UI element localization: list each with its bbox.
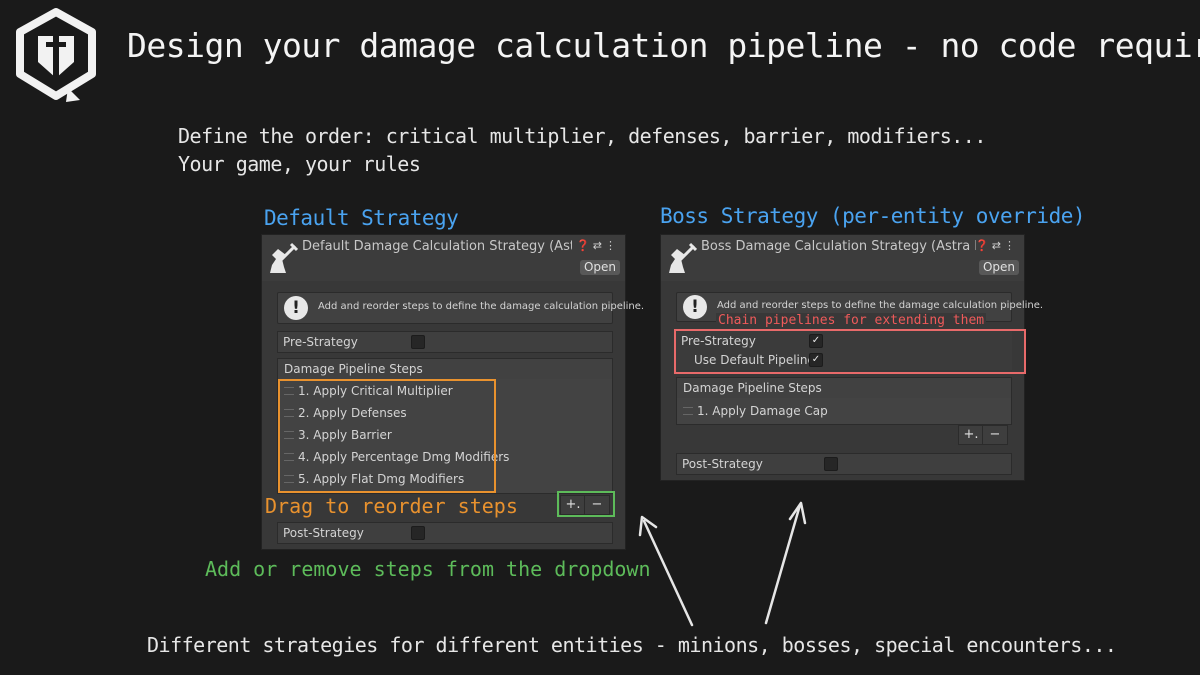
add-remove-annotation: Add or remove steps from the dropdown: [205, 557, 651, 581]
panel-header-icons: ❓⇄⋮: [576, 239, 619, 252]
pre-strategy-row: Pre-Strategy: [277, 331, 613, 353]
step-label: 1. Apply Damage Cap: [697, 404, 828, 418]
intro-line-1: Define the order: critical multiplier, d…: [178, 124, 986, 148]
list-item[interactable]: 1. Apply Damage Cap: [677, 400, 1011, 422]
add-step-button[interactable]: +.: [958, 425, 984, 445]
panel-header-icons: ❓⇄⋮: [975, 239, 1018, 252]
question-circle-icon[interactable]: ❓: [576, 239, 593, 252]
post-strategy-checkbox[interactable]: [824, 457, 838, 471]
chess-knight-sword-icon: [669, 242, 697, 273]
panel-title: Default Damage Calculation Strategy (Ast…: [302, 239, 572, 254]
post-strategy-checkbox[interactable]: [411, 526, 425, 540]
sliders-icon[interactable]: ⇄: [593, 239, 605, 252]
drag-handle[interactable]: [683, 407, 693, 415]
page-title: Design your damage calculation pipeline …: [127, 26, 1200, 65]
exclamation-icon: !: [284, 296, 308, 320]
boss-strategy-label: Boss Strategy (per-entity override): [660, 204, 1086, 228]
chain-annotation: Chain pipelines for extending them: [716, 313, 987, 328]
pipeline-list-header-label: Damage Pipeline Steps: [683, 381, 822, 395]
help-text: Add and reorder steps to define the dama…: [717, 300, 1044, 311]
pipeline-list-header: Damage Pipeline Steps: [277, 358, 613, 380]
post-strategy-label: Post-Strategy: [283, 526, 364, 540]
pipeline-list-header-label: Damage Pipeline Steps: [284, 362, 423, 376]
add-remove-highlight-box: [557, 491, 615, 517]
help-box: ! Add and reorder steps to define the da…: [277, 292, 644, 324]
question-circle-icon[interactable]: ❓: [975, 239, 992, 252]
drag-annotation: Drag to reorder steps: [265, 494, 518, 518]
help-text: Add and reorder steps to define the dama…: [318, 301, 645, 312]
annotation-arrows: [638, 501, 807, 627]
intro-line-2: Your game, your rules: [178, 152, 421, 176]
exclamation-icon: !: [683, 295, 707, 319]
sliders-icon[interactable]: ⇄: [992, 239, 1004, 252]
panel-header: Default Damage Calculation Strategy (Ast…: [262, 235, 625, 281]
post-strategy-row: Post-Strategy: [676, 453, 1012, 475]
pre-strategy-label: Pre-Strategy: [283, 335, 358, 349]
bottom-caption: Different strategies for different entit…: [147, 633, 1117, 657]
chain-highlight-box: [674, 329, 1026, 374]
open-button[interactable]: Open: [979, 260, 1019, 275]
panel-title: Boss Damage Calculation Strategy (Astra …: [701, 239, 976, 254]
open-button[interactable]: Open: [580, 260, 620, 275]
remove-step-button[interactable]: −: [982, 425, 1008, 445]
post-strategy-label: Post-Strategy: [682, 457, 763, 471]
default-strategy-label: Default Strategy: [264, 206, 459, 230]
chess-knight-sword-icon: [270, 242, 298, 273]
panel-header: Boss Damage Calculation Strategy (Astra …: [661, 235, 1024, 281]
kebab-menu-icon[interactable]: ⋮: [605, 239, 619, 252]
pipeline-list: 1. Apply Damage Cap: [676, 398, 1012, 425]
pre-strategy-checkbox[interactable]: [411, 335, 425, 349]
shield-sword-logo-icon: [16, 8, 96, 102]
pipeline-list-header: Damage Pipeline Steps: [676, 377, 1012, 399]
post-strategy-row: Post-Strategy: [277, 522, 613, 544]
logo: [10, 6, 102, 104]
steps-highlight-box: [278, 379, 496, 493]
kebab-menu-icon[interactable]: ⋮: [1004, 239, 1018, 252]
